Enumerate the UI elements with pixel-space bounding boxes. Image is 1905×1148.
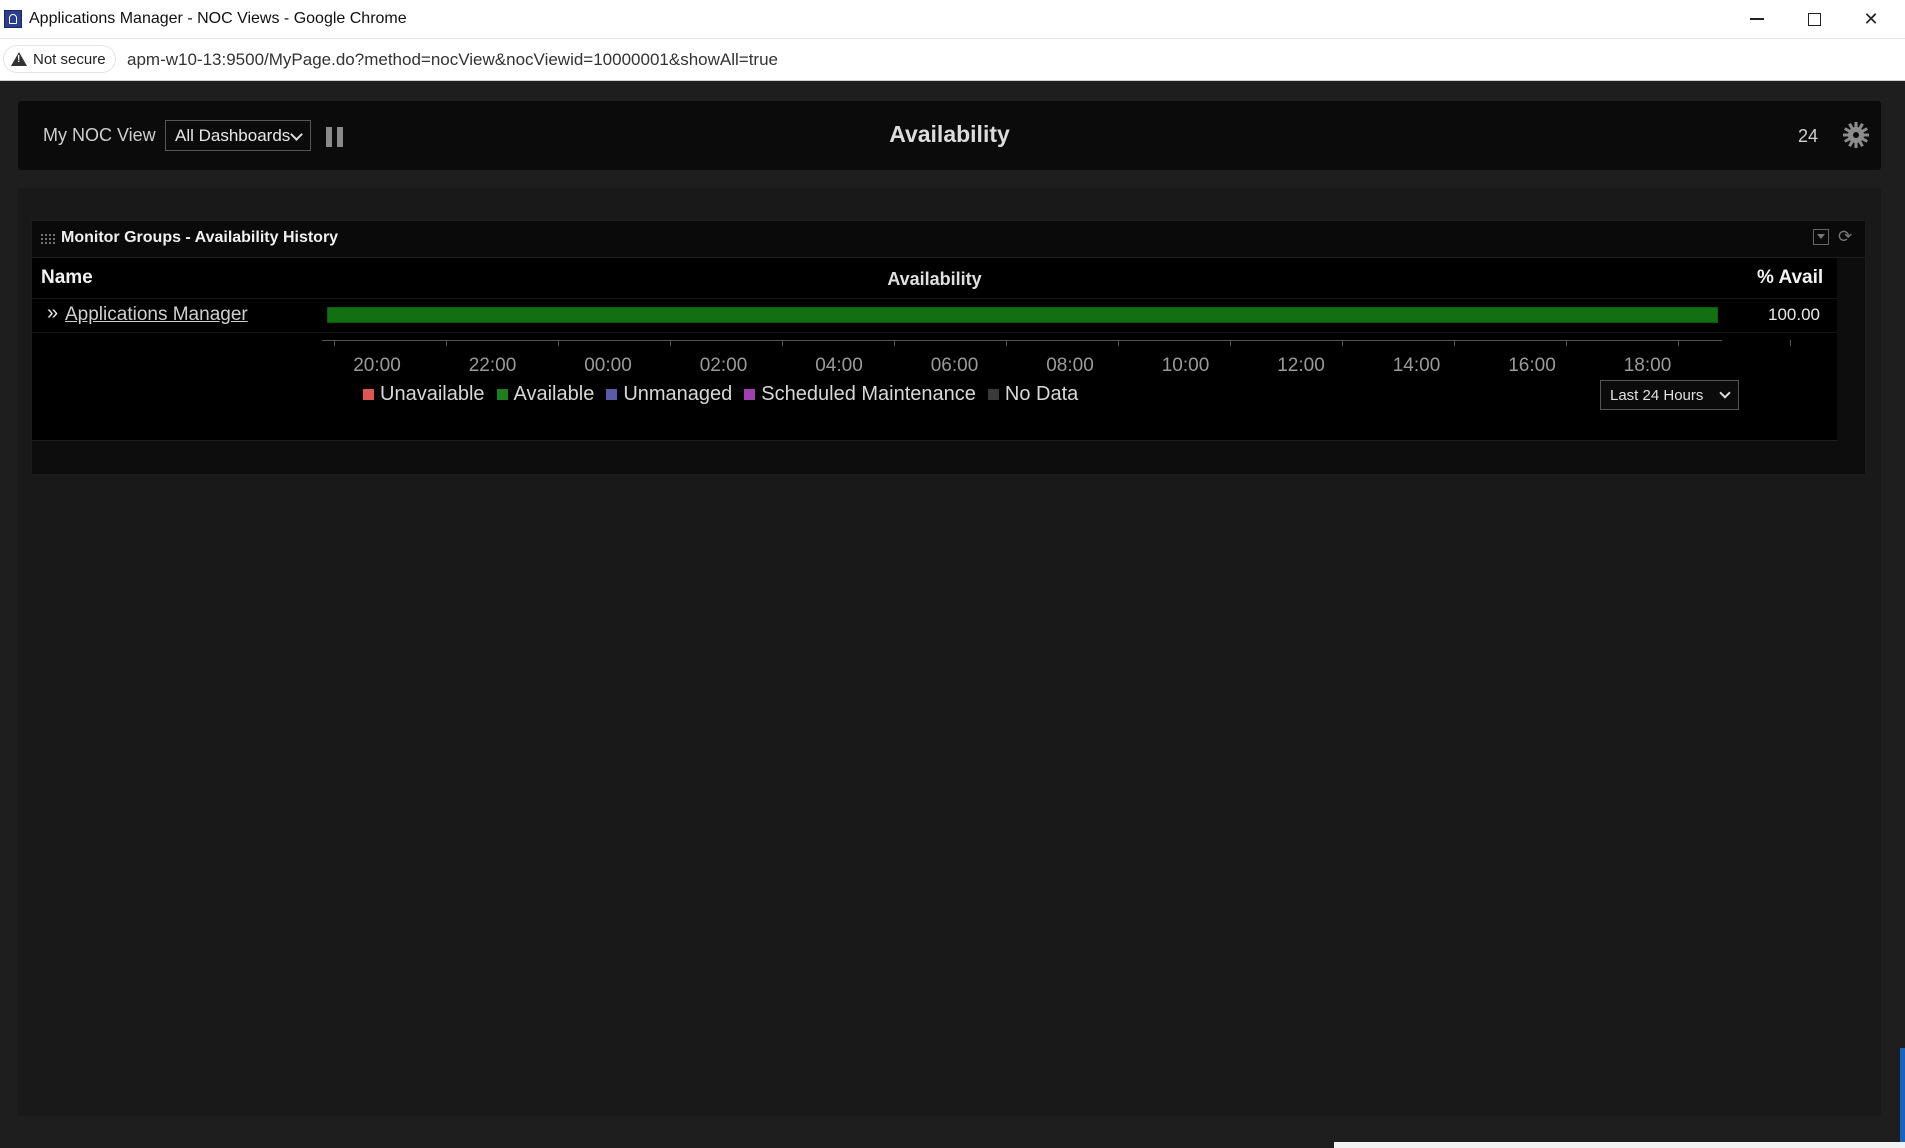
legend-item: Unmanaged bbox=[606, 383, 732, 406]
noc-topbar: My NOC View All Dashboards Availability … bbox=[18, 101, 1881, 170]
legend-label: No Data bbox=[1004, 383, 1079, 405]
legend-item: Scheduled Maintenance bbox=[744, 383, 976, 406]
time-range-select[interactable]: Last 24 Hours bbox=[1600, 380, 1739, 410]
axis-tick-label: 20:00 bbox=[353, 355, 401, 376]
axis-tick bbox=[670, 340, 671, 346]
legend-item: Unavailable bbox=[363, 383, 485, 406]
axis-tick bbox=[446, 340, 447, 346]
chart-legend: Unavailable Available Unmanaged Scheduled M… bbox=[363, 383, 1090, 406]
dashboard-area: Monitor Groups - Availability History ⟳ … bbox=[18, 188, 1881, 1116]
legend-item: Available bbox=[496, 383, 595, 406]
axis-tick-label: 12:00 bbox=[1277, 355, 1325, 376]
chevron-down-icon bbox=[1719, 387, 1731, 399]
gear-icon[interactable] bbox=[1841, 120, 1871, 150]
axis-line bbox=[322, 340, 1722, 341]
axis-tick bbox=[1790, 340, 1791, 346]
url-field[interactable]: apm-w10-13:9500/MyPage.do?method=nocView… bbox=[127, 50, 778, 70]
noc-view-label: My NOC View bbox=[43, 125, 156, 145]
axis-tick bbox=[782, 340, 783, 346]
legend-label: Unavailable bbox=[380, 383, 485, 405]
refresh-countdown: 24 bbox=[1798, 126, 1819, 146]
axis-tick-label: 14:00 bbox=[1392, 355, 1441, 376]
axis-tick-label: 06:00 bbox=[930, 355, 979, 376]
window-title: Applications Manager - NOC Views - Googl… bbox=[29, 10, 407, 27]
row-divider bbox=[32, 332, 1837, 333]
row-divider bbox=[32, 298, 1837, 299]
app-icon bbox=[4, 10, 22, 28]
page-content: My NOC View All Dashboards Availability … bbox=[0, 81, 1905, 1148]
window-titlebar: Applications Manager - NOC Views - Googl… bbox=[0, 0, 1905, 39]
legend-swatch bbox=[744, 389, 756, 400]
time-axis: 20:00 22:00 00:00 02:00 04:00 06:00 08:00 10:00… bbox=[322, 335, 1791, 376]
security-indicator[interactable]: Not secure bbox=[3, 45, 116, 73]
widget-title: Monitor Groups - Availability History bbox=[61, 229, 339, 246]
monitor-group-link[interactable]: Applications Manager bbox=[65, 304, 248, 326]
legend-swatch bbox=[606, 389, 618, 400]
legend-item: No Data bbox=[987, 383, 1079, 406]
expand-row-icon[interactable]: » bbox=[47, 302, 58, 325]
axis-tick-label: 08:00 bbox=[1046, 355, 1094, 376]
drag-handle-icon[interactable] bbox=[40, 233, 55, 246]
legend-label: Scheduled Maintenance bbox=[761, 383, 976, 405]
minimize-icon bbox=[1750, 18, 1764, 20]
horizontal-scrollbar[interactable] bbox=[1334, 1142, 1905, 1148]
security-label: Not secure bbox=[33, 50, 106, 68]
availability-bar-track bbox=[327, 307, 1718, 323]
legend-label: Available bbox=[513, 383, 595, 405]
warning-icon bbox=[11, 52, 27, 66]
minimize-button[interactable] bbox=[1729, 4, 1785, 34]
dashboard-select-value: All Dashboards bbox=[175, 125, 291, 145]
axis-tick bbox=[1342, 340, 1343, 346]
pct-avail-value: 100.00 bbox=[1768, 305, 1820, 324]
availability-table: Name Availability % Avail » Applications… bbox=[32, 258, 1837, 441]
availability-history-widget: Monitor Groups - Availability History ⟳ … bbox=[31, 220, 1866, 475]
close-icon: ✕ bbox=[1863, 8, 1879, 29]
widget-header: Monitor Groups - Availability History ⟳ bbox=[32, 221, 1865, 258]
dashboard-select[interactable]: All Dashboards bbox=[165, 120, 311, 151]
axis-tick-label: 22:00 bbox=[468, 355, 517, 376]
column-header-pct-avail: % Avail bbox=[1757, 267, 1824, 288]
axis-tick bbox=[558, 340, 559, 346]
axis-tick bbox=[334, 340, 335, 346]
side-accent bbox=[1900, 1048, 1905, 1142]
maximize-icon bbox=[1807, 12, 1821, 26]
axis-tick-label: 04:00 bbox=[815, 355, 863, 376]
axis-tick bbox=[1454, 340, 1455, 346]
close-button[interactable]: ✕ bbox=[1843, 4, 1899, 34]
time-range-value: Last 24 Hours bbox=[1610, 386, 1704, 404]
axis-tick bbox=[1230, 340, 1231, 346]
axis-tick-label: 00:00 bbox=[584, 355, 632, 376]
address-bar: Not secure apm-w10-13:9500/MyPage.do?met… bbox=[0, 39, 1905, 81]
axis-tick-label: 02:00 bbox=[699, 355, 748, 376]
axis-tick-label: 18:00 bbox=[1623, 355, 1672, 376]
axis-tick bbox=[894, 340, 895, 346]
column-header-availability: Availability bbox=[887, 269, 982, 289]
chevron-down-icon bbox=[290, 128, 303, 141]
legend-swatch bbox=[496, 389, 508, 400]
axis-tick bbox=[1118, 340, 1119, 346]
axis-tick bbox=[1566, 340, 1567, 346]
legend-swatch bbox=[363, 389, 374, 400]
pause-button[interactable] bbox=[326, 127, 344, 147]
availability-bar-available[interactable] bbox=[327, 307, 1718, 323]
axis-tick bbox=[1678, 340, 1679, 346]
refresh-icon[interactable]: ⟳ bbox=[1838, 227, 1852, 247]
legend-label: Unmanaged bbox=[623, 383, 733, 405]
axis-tick-label: 16:00 bbox=[1508, 355, 1556, 376]
collapse-icon[interactable] bbox=[1813, 229, 1829, 245]
axis-tick bbox=[1006, 340, 1007, 346]
axis-tick-label: 10:00 bbox=[1161, 355, 1210, 376]
maximize-button[interactable] bbox=[1786, 4, 1842, 34]
legend-swatch bbox=[987, 389, 999, 400]
